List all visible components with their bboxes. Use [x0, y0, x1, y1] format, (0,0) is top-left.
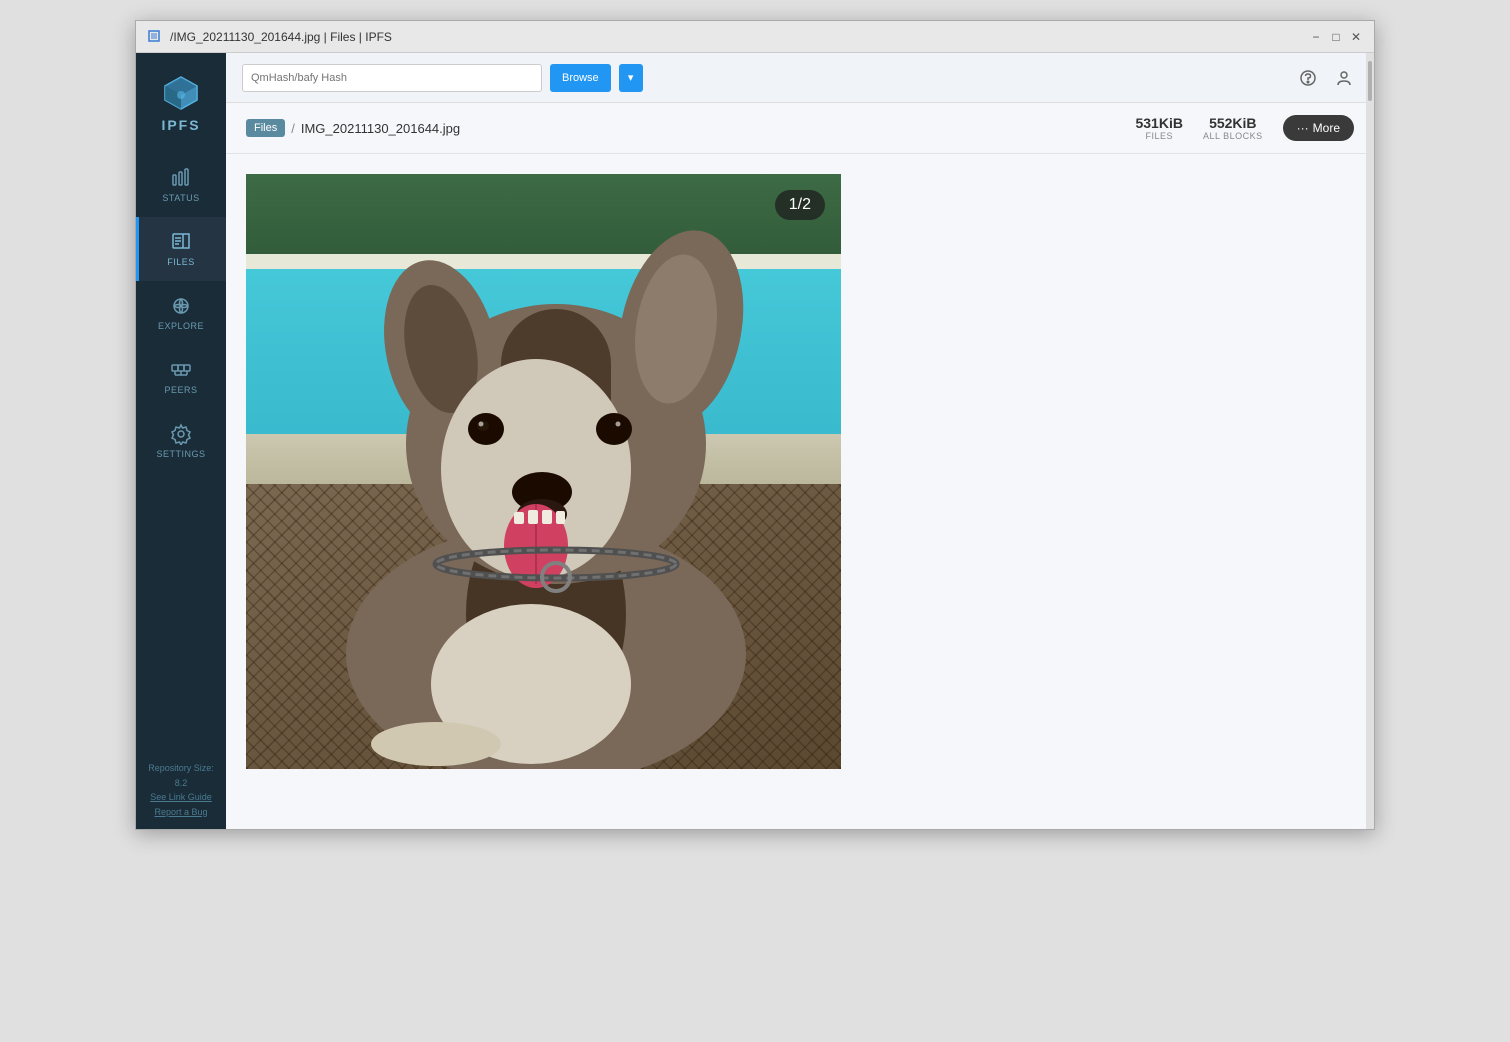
minimize-button[interactable]: −	[1308, 29, 1324, 45]
help-button[interactable]	[1294, 64, 1322, 92]
breadcrumb-files-button[interactable]: Files	[246, 119, 285, 137]
active-indicator	[136, 217, 139, 281]
stat-files-value: 531KiB	[1135, 115, 1182, 131]
dog-photo: 1/2	[246, 174, 841, 769]
sidebar-item-status[interactable]: STATUS	[136, 153, 226, 217]
search-button[interactable]: Browse	[550, 64, 611, 92]
app-body: IPFS STATUS	[136, 53, 1374, 829]
more-btn-label: More	[1313, 121, 1340, 135]
file-header: Files / IMG_20211130_201644.jpg 531KiB F…	[226, 103, 1374, 154]
title-bar-left: /IMG_20211130_201644.jpg | Files | IPFS	[146, 29, 392, 45]
sidebar-item-settings[interactable]: SETTINGS	[136, 409, 226, 473]
more-button[interactable]: ··· More	[1283, 115, 1354, 141]
stat-blocks: 552KiB ALL BLOCKS	[1203, 115, 1263, 141]
title-bar: /IMG_20211130_201644.jpg | Files | IPFS …	[136, 21, 1374, 53]
stat-files-label: FILES	[1145, 131, 1173, 141]
stat-blocks-label: ALL BLOCKS	[1203, 131, 1263, 141]
sidebar-navigation: STATUS FILES	[136, 153, 226, 473]
sidebar-item-files-label: FILES	[167, 257, 195, 267]
sidebar-logo-text: IPFS	[161, 117, 200, 133]
title-bar-controls: − □ ✕	[1308, 29, 1364, 45]
peers-icon	[170, 359, 192, 381]
title-bar-title: /IMG_20211130_201644.jpg | Files | IPFS	[170, 30, 392, 44]
main-content: Files / IMG_20211130_201644.jpg 531KiB F…	[226, 103, 1374, 829]
explore-icon	[170, 295, 192, 317]
image-viewer: 1/2	[226, 154, 1374, 829]
search-dropdown-button[interactable]: ▾	[619, 64, 643, 92]
sidebar: IPFS STATUS	[136, 53, 226, 829]
sidebar-item-peers[interactable]: PEERS	[136, 345, 226, 409]
app-window: /IMG_20211130_201644.jpg | Files | IPFS …	[135, 20, 1375, 830]
status-icon	[170, 167, 192, 189]
maximize-button[interactable]: □	[1328, 29, 1344, 45]
sidebar-item-files[interactable]: FILES	[136, 217, 226, 281]
settings-icon	[170, 423, 192, 445]
more-btn-dots: ···	[1297, 121, 1309, 135]
image-counter: 1/2	[775, 190, 825, 220]
breadcrumb-filename: IMG_20211130_201644.jpg	[301, 121, 460, 136]
top-bar: Browse ▾	[226, 53, 1374, 103]
sidebar-footer-line3[interactable]: Report a Bug	[144, 805, 218, 819]
sidebar-item-peers-label: PEERS	[164, 385, 197, 395]
stat-blocks-value: 552KiB	[1209, 115, 1256, 131]
sidebar-item-settings-label: SETTINGS	[156, 449, 205, 459]
ipfs-title-icon	[146, 29, 162, 45]
scrollbar-thumb[interactable]	[1368, 61, 1372, 101]
image-container: 1/2	[246, 174, 841, 769]
file-stats: 531KiB FILES 552KiB ALL BLOCKS ··· More	[1135, 115, 1354, 141]
window-scrollbar[interactable]	[1366, 53, 1374, 829]
files-icon	[170, 231, 192, 253]
sidebar-footer-line2[interactable]: See Link Guide	[144, 790, 218, 804]
sidebar-footer: Repository Size: 8.2 See Link Guide Repo…	[136, 751, 226, 829]
sidebar-footer-line1: Repository Size: 8.2	[144, 761, 218, 790]
breadcrumb: Files / IMG_20211130_201644.jpg	[246, 119, 460, 137]
close-button[interactable]: ✕	[1348, 29, 1364, 45]
sidebar-item-explore-label: EXPLORE	[158, 321, 204, 331]
dog-svg	[246, 174, 841, 769]
breadcrumb-separator: /	[291, 121, 295, 136]
ipfs-logo-icon	[161, 73, 201, 113]
stat-files: 531KiB FILES	[1135, 115, 1182, 141]
top-bar-right	[1294, 64, 1358, 92]
sidebar-item-explore[interactable]: EXPLORE	[136, 281, 226, 345]
user-button[interactable]	[1330, 64, 1358, 92]
sidebar-logo: IPFS	[161, 63, 201, 143]
sidebar-item-status-label: STATUS	[162, 193, 199, 203]
search-input[interactable]	[242, 64, 542, 92]
